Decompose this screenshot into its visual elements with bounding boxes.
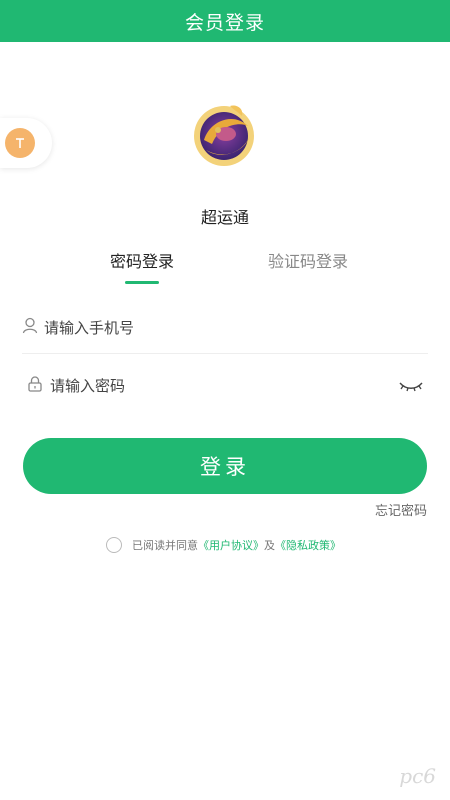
header-bar: 会员登录 [0,0,450,42]
password-field [22,360,428,412]
arrow-up-icon [5,128,35,158]
agreement-checkbox[interactable] [106,537,122,553]
app-name: 超运通 [200,208,249,227]
watermark: pc6 [399,764,436,788]
login-button[interactable]: 登录 [23,438,427,494]
tab-code-login[interactable]: 验证码登录 [268,250,348,274]
agreement-prefix: 已阅读并同意 [132,539,198,552]
phone-field [22,302,428,354]
eye-closed-icon[interactable] [398,378,424,397]
floating-scroll-button[interactable] [0,118,52,168]
privacy-policy-link[interactable]: 《隐私政策》 [275,537,341,553]
agreement-and: 及 [264,539,275,552]
password-input[interactable] [50,371,428,401]
agreement-row: 已阅读并同意 《用户协议》 及 《隐私政策》 [106,537,341,553]
user-agreement-link[interactable]: 《用户协议》 [198,537,264,553]
user-icon [22,317,38,338]
app-logo [190,100,258,168]
lock-icon [28,376,42,396]
phone-input[interactable] [44,312,428,343]
page-title: 会员登录 [184,11,265,34]
tab-password-login[interactable]: 密码登录 [110,250,174,274]
forgot-password-link[interactable]: 忘记密码 [375,500,427,519]
active-tab-indicator [125,281,159,284]
